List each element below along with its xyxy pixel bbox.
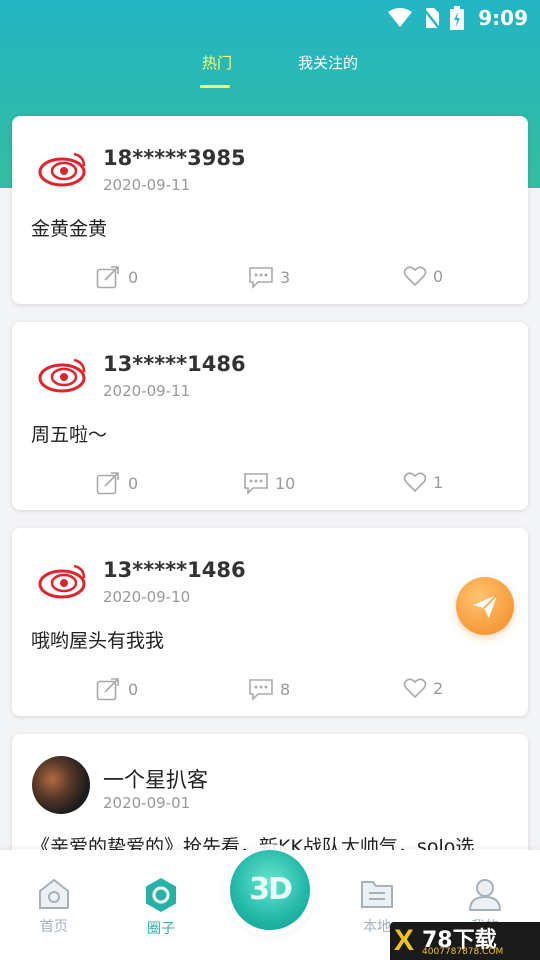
share-count: 0 (128, 473, 139, 493)
post-username[interactable]: 13*****1486 (103, 558, 246, 582)
watermark-logo-icon: X (394, 924, 415, 957)
post-content: 哦哟屋头有我我 (31, 630, 165, 652)
post-content: 周五啦～ (31, 424, 108, 446)
comment-button[interactable]: 8 (248, 677, 290, 701)
comment-button[interactable]: 10 (243, 471, 295, 495)
nav-home[interactable]: 首页 (19, 876, 89, 936)
site-watermark: X 78下载 4007787878.COM (390, 922, 540, 960)
share-button[interactable]: 0 (96, 471, 138, 495)
like-button[interactable]: 2 (403, 677, 443, 699)
tab-indicator (200, 85, 230, 88)
like-button[interactable]: 1 (403, 471, 443, 493)
post-username[interactable]: 13*****1486 (103, 352, 246, 376)
post-date: 2020-09-01 (103, 794, 191, 812)
3d-icon: 3D (249, 872, 293, 907)
share-icon (96, 266, 119, 289)
weibo-logo-avatar (38, 564, 86, 599)
post-username[interactable]: 18*****3985 (103, 146, 246, 170)
nav-circle[interactable]: 圈子 (126, 876, 196, 938)
comment-count: 3 (280, 267, 291, 287)
post-date: 2020-09-11 (103, 176, 191, 194)
comment-icon (249, 679, 273, 701)
publish-fab-button[interactable] (456, 577, 514, 635)
share-icon (96, 678, 119, 701)
share-icon (96, 472, 119, 495)
comment-icon (249, 267, 273, 289)
tab-hot[interactable]: 热门 (202, 52, 232, 73)
home-icon (39, 878, 69, 909)
like-button[interactable]: 0 (403, 265, 443, 287)
user-photo-avatar (32, 756, 90, 814)
share-count: 0 (128, 267, 139, 287)
post-username[interactable]: 一个星扒客 (103, 764, 208, 794)
heart-icon (403, 472, 427, 493)
comment-icon (244, 473, 268, 495)
top-tabs: 热门 我关注的 (0, 52, 540, 92)
post-date: 2020-09-10 (103, 588, 191, 606)
no-sim-icon (422, 7, 441, 29)
circle-icon (146, 878, 176, 912)
user-icon (468, 879, 502, 911)
heart-icon (403, 266, 427, 287)
post-date: 2020-09-11 (103, 382, 191, 400)
wifi-icon (388, 8, 413, 27)
post-card[interactable]: 13*****1486 2020-09-11 周五啦～ 0 10 1 (12, 322, 528, 510)
comment-count: 8 (280, 679, 291, 699)
like-count: 2 (433, 678, 444, 698)
like-count: 0 (433, 266, 444, 286)
post-card[interactable]: 13*****1486 2020-09-10 哦哟屋头有我我 0 8 2 (12, 528, 528, 716)
heart-icon (403, 678, 427, 699)
post-card[interactable]: 18*****3985 2020-09-11 金黄金黄 0 3 0 (12, 116, 528, 304)
tab-following[interactable]: 我关注的 (298, 52, 358, 73)
share-count: 0 (128, 679, 139, 699)
battery-charging-icon (450, 6, 465, 30)
comment-button[interactable]: 3 (248, 265, 290, 289)
nav-label-home: 首页 (40, 919, 68, 935)
status-time: 9:09 (478, 6, 528, 30)
like-count: 1 (433, 472, 444, 492)
paper-plane-icon (473, 594, 498, 618)
share-button[interactable]: 0 (96, 677, 138, 701)
nav-label-circle: 圈子 (147, 921, 175, 937)
status-bar: 9:09 (0, 0, 540, 36)
nav-3d-button[interactable]: 3D (230, 850, 310, 930)
watermark-subtitle: 4007787878.COM (422, 947, 504, 957)
share-button[interactable]: 0 (96, 265, 138, 289)
post-content: 金黄金黄 (31, 218, 108, 240)
comment-count: 10 (275, 473, 296, 493)
folder-list-icon (361, 881, 393, 908)
weibo-logo-avatar (38, 358, 86, 393)
weibo-logo-avatar (38, 152, 86, 187)
